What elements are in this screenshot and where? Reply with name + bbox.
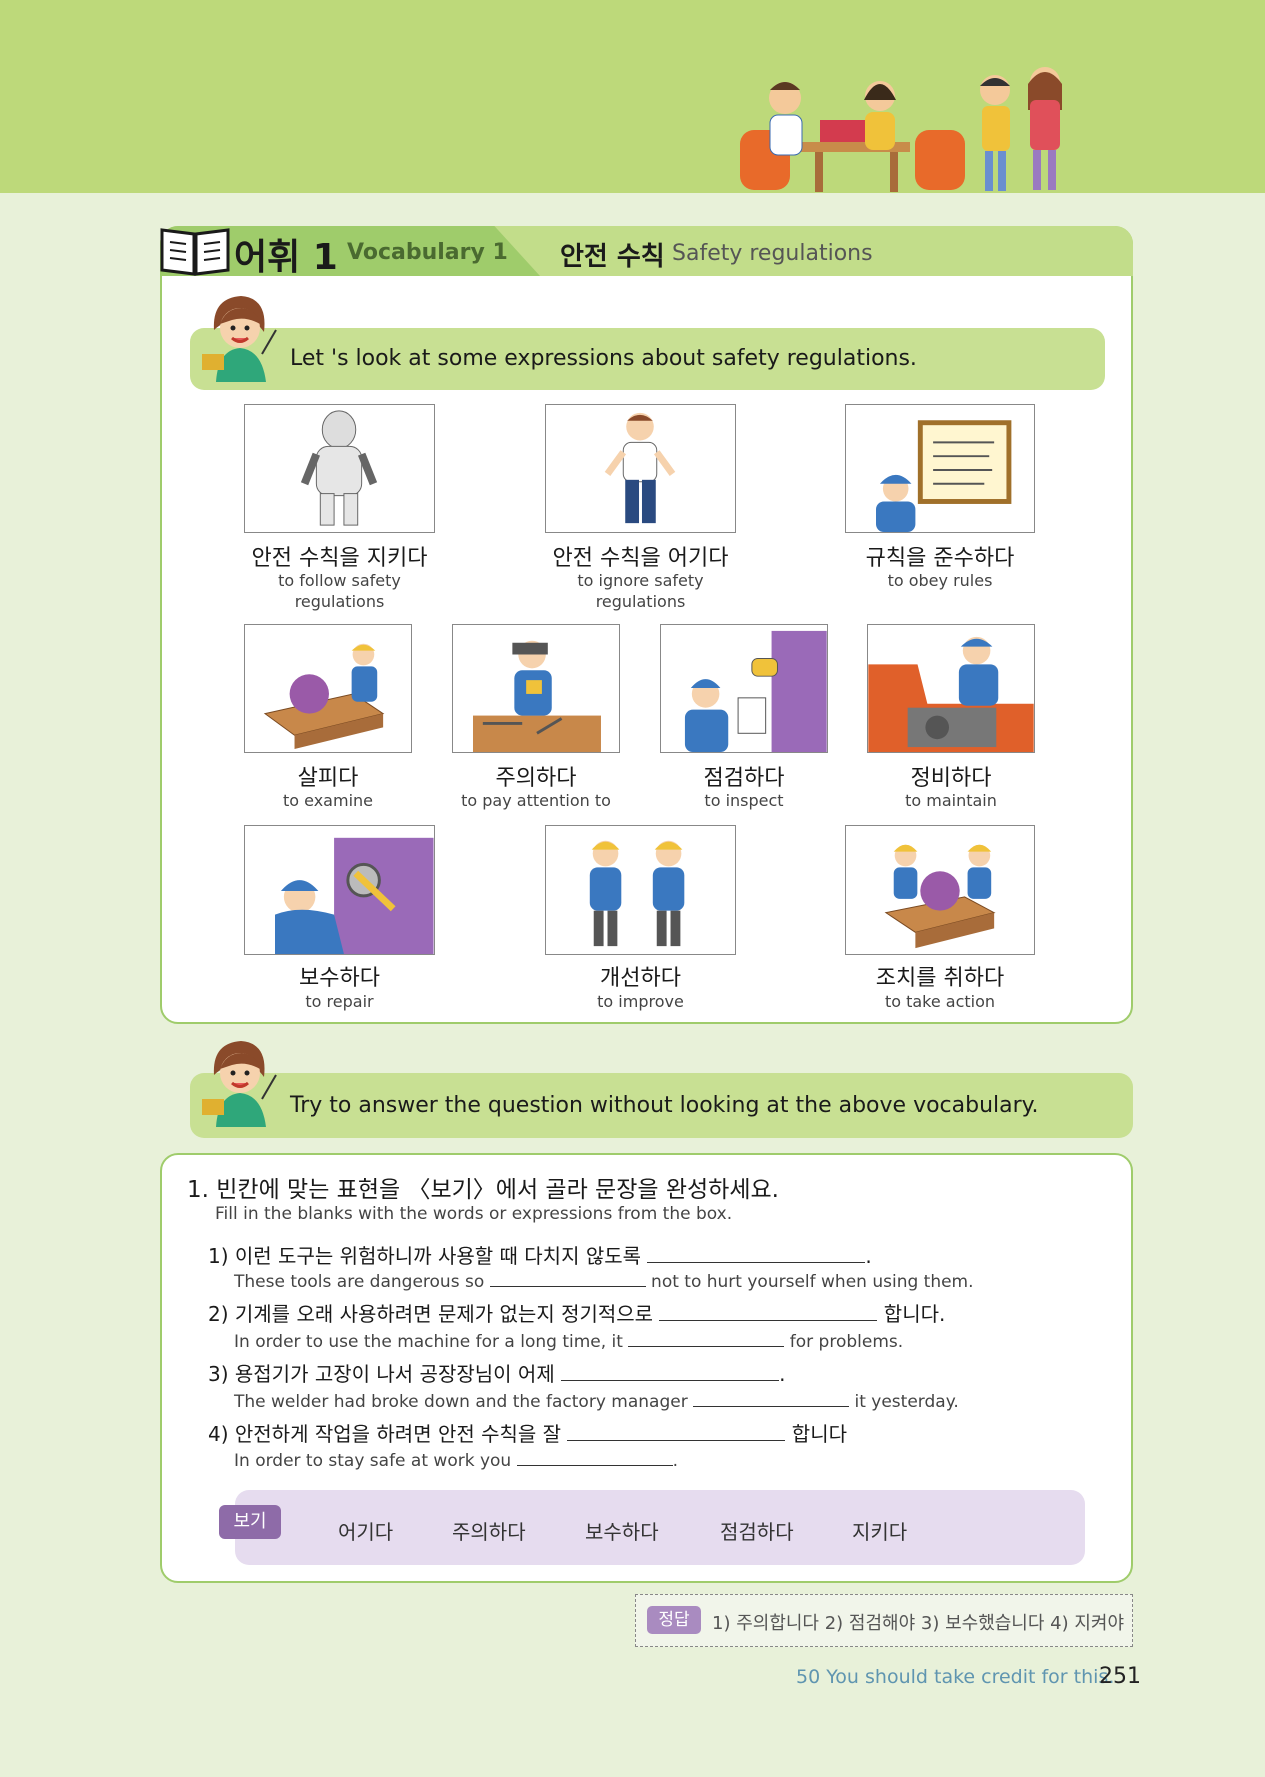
word-choice: 보수하다 <box>585 1520 659 1544</box>
word-choice: 어기다 <box>338 1520 394 1544</box>
vocabulary-heading: 어휘 1 <box>234 237 338 278</box>
vocab-korean: 조치를 취하다 <box>875 966 1005 991</box>
answer-key-text: 1) 주의합니다 2) 점검해야 3) 보수했습니다 4) 지켜야 <box>712 1613 1125 1634</box>
question-english: In order to stay safe at work you . <box>234 1448 678 1471</box>
answer-key-label: 정답 <box>647 1606 701 1634</box>
instruction-bubble: Let 's look at some expressions about sa… <box>190 328 1105 390</box>
answer-blank[interactable] <box>647 1245 866 1263</box>
answer-blank[interactable] <box>516 1448 673 1466</box>
vocab-korean: 주의하다 <box>495 766 577 791</box>
vocabulary-subheading: Vocabulary 1 <box>347 240 508 265</box>
vocab-image-repair <box>244 825 435 955</box>
topic-title-english: Safety regulations <box>672 241 873 266</box>
vocab-image-inspect <box>660 624 828 753</box>
word-box-label: 보기 <box>219 1505 281 1539</box>
worker-maintaining-machine-icon <box>868 636 1034 752</box>
vocab-korean: 안전 수칙을 지키다 <box>251 546 428 571</box>
vocab-image-take-action <box>845 825 1035 955</box>
instruction-bubble: Try to answer the question without looki… <box>190 1073 1133 1138</box>
question-english: In order to use the machine for a long t… <box>234 1329 903 1352</box>
vocab-image-improve <box>545 825 736 955</box>
vocab-english: to inspect <box>704 791 784 810</box>
question-korean: 1) 이런 도구는 위험하니까 사용할 때 다치지 않도록 . <box>208 1244 872 1268</box>
worker-with-wrench-icon <box>275 837 434 954</box>
header-characters-illustration <box>740 67 1062 192</box>
vocab-korean: 개선하다 <box>600 966 681 991</box>
vocab-english: to improve <box>597 992 684 1011</box>
worker-examining-saw-icon <box>263 643 385 750</box>
vocab-english: to ignore safety regulations <box>577 571 704 611</box>
footer-running-title: 50 You should take credit for this. <box>796 1666 1115 1688</box>
vocab-english: to obey rules <box>887 571 993 590</box>
welder-with-mask-icon <box>472 640 601 752</box>
vocab-english: to take action <box>884 992 996 1011</box>
workers-at-saw-icon <box>884 844 996 949</box>
word-choice: 주의하다 <box>452 1520 526 1544</box>
vocab-english: to examine <box>283 791 373 810</box>
exercise-subtitle: Fill in the blanks with the words or exp… <box>215 1204 733 1224</box>
vocab-korean: 보수하다 <box>299 966 380 991</box>
word-choice: 점검하다 <box>720 1520 794 1544</box>
answer-blank[interactable] <box>567 1423 786 1441</box>
worker-inspecting-meter-icon <box>684 630 827 752</box>
vocab-english: to pay attention to <box>461 791 611 810</box>
vocab-korean: 살피다 <box>297 766 359 791</box>
vocab-image-follow-safety <box>244 404 435 533</box>
vocab-korean: 규칙을 준수하다 <box>865 546 1015 571</box>
vocab-english: to repair <box>305 992 374 1011</box>
answer-blank[interactable] <box>693 1389 850 1407</box>
page-number: 251 <box>1099 1664 1141 1689</box>
question-english: The welder had broke down and the factor… <box>234 1389 959 1412</box>
topic-title-korean: 안전 수칙 <box>560 242 665 272</box>
vocab-image-pay-attention <box>452 624 620 753</box>
vocab-korean: 점검하다 <box>703 766 785 791</box>
vocab-english: to follow safety regulations <box>278 571 401 611</box>
question-english: These tools are dangerous so not to hurt… <box>234 1269 974 1292</box>
answer-blank[interactable] <box>628 1329 785 1347</box>
teacher-icon <box>202 296 277 382</box>
rules-board-icon <box>876 420 1012 532</box>
vocab-english: to maintain <box>905 791 997 810</box>
two-workers-icon <box>589 840 685 947</box>
question-korean: 3) 용접기가 고장이 나서 공장장님이 어제 . <box>208 1362 786 1386</box>
vocab-image-obey-rules <box>845 404 1035 533</box>
answer-blank[interactable] <box>561 1363 780 1381</box>
question-korean: 2) 기계를 오래 사용하려면 문제가 없는지 정기적으로 합니다. <box>208 1302 946 1326</box>
careless-worker-icon <box>604 412 676 524</box>
answer-blank[interactable] <box>659 1303 878 1321</box>
open-book-icon <box>160 228 230 276</box>
vocab-korean: 정비하다 <box>910 766 992 791</box>
teacher-icon <box>202 1041 277 1127</box>
vocab-korean: 안전 수칙을 어기다 <box>552 546 729 571</box>
protective-suit-worker-icon <box>300 410 378 526</box>
vocab-image-maintain <box>867 624 1035 753</box>
exercise-title: 1. 빈칸에 맞는 표현을 〈보기〉에서 골라 문장을 완성하세요. <box>187 1177 779 1203</box>
question-korean: 4) 안전하게 작업을 하려면 안전 수칙을 잘 합니다 <box>208 1422 847 1446</box>
word-choice: 지키다 <box>852 1520 908 1544</box>
vocab-image-examine <box>244 624 412 753</box>
answer-blank[interactable] <box>489 1269 646 1287</box>
vocab-image-ignore-safety <box>545 404 736 533</box>
